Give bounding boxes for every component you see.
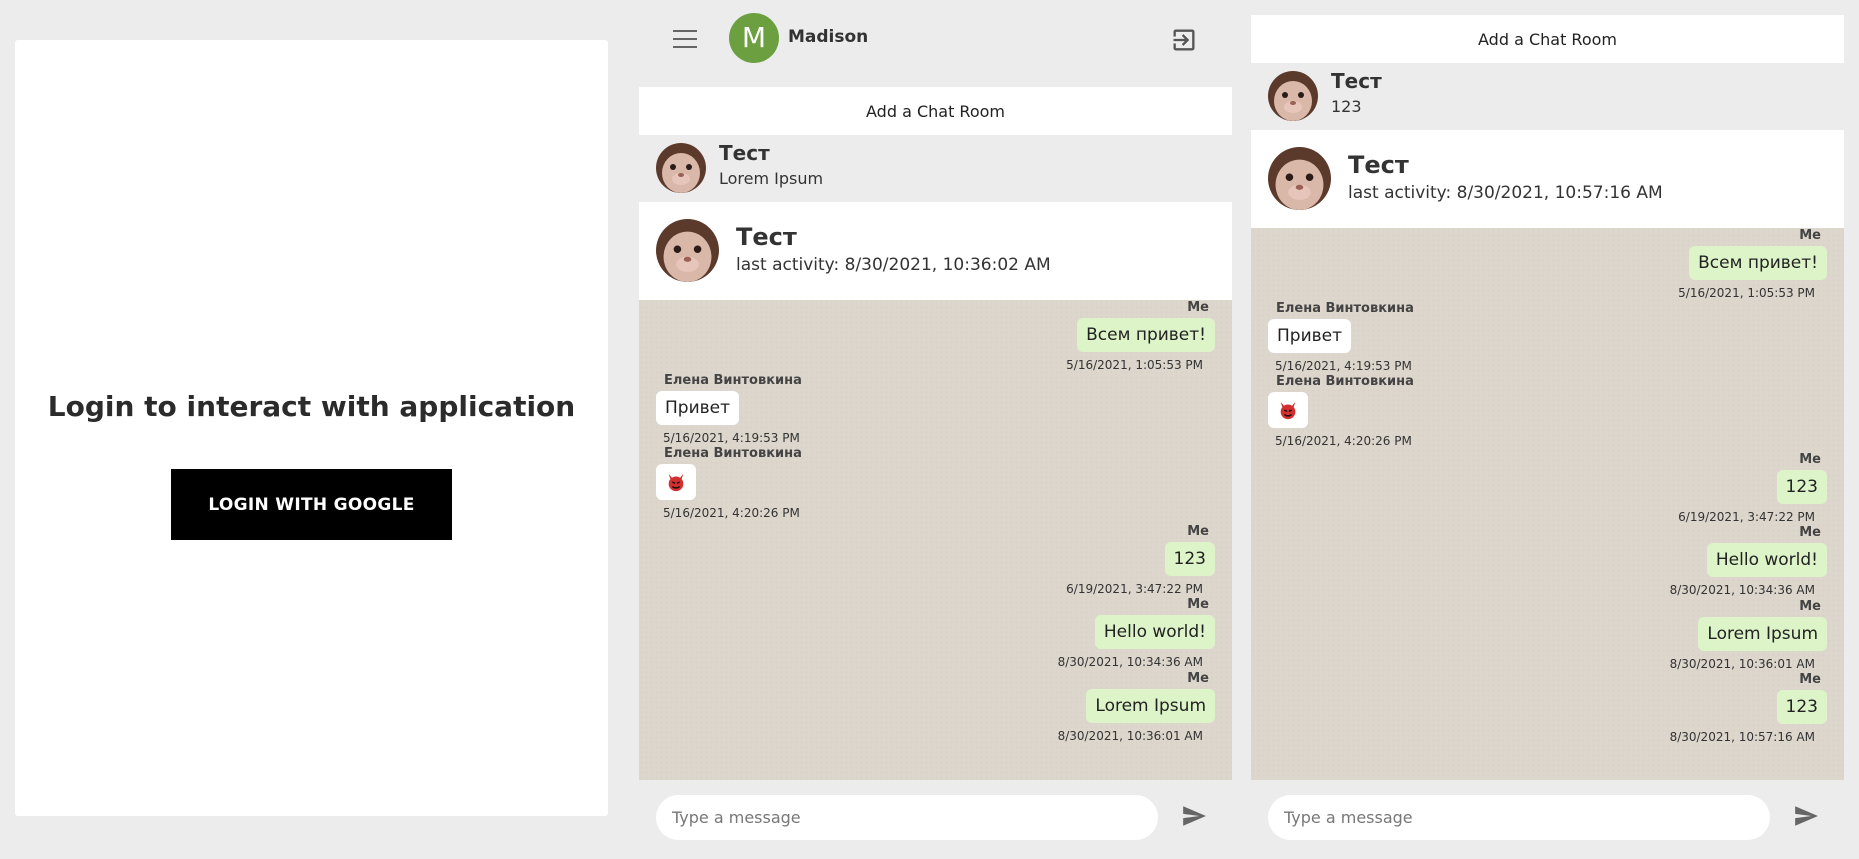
message-author: Me [1187,300,1209,315]
message-bubble: 123 [1776,470,1827,504]
message-item: Me 123 6/19/2021, 3:47:22 PM [1066,524,1215,596]
message-item: Me 123 6/19/2021, 3:47:22 PM [1678,452,1827,524]
add-chat-room-button[interactable]: Add a Chat Room [639,87,1232,135]
message-author: Me [1187,671,1209,686]
room-last-message: 123 [1331,97,1362,116]
message-bubble: 123 [1164,542,1215,576]
message-bubble: Lorem Ipsum [1698,617,1827,651]
message-bubble: Lorem Ipsum [1086,689,1215,723]
message-item: Me Всем привет! 5/16/2021, 1:05:53 PM [1678,228,1827,300]
message-time: 8/30/2021, 10:34:36 AM [1669,583,1815,597]
message-bubble: 123 [1776,690,1827,724]
message-author: Me [1799,525,1821,540]
message-author: Me [1799,599,1821,614]
message-item: Me Lorem Ipsum 8/30/2021, 10:36:01 AM [1058,671,1215,743]
devil-emoji-icon [665,471,687,493]
message-author: Me [1187,597,1209,612]
room-name: Тест [1331,69,1382,93]
message-author: Елена Винтовкина [1276,301,1414,316]
message-bubble: Привет [656,391,740,425]
message-input[interactable] [656,795,1158,840]
login-title: Login to interact with application [47,390,576,423]
add-chat-room-button[interactable]: Add a Chat Room [1251,15,1844,63]
message-time: 5/16/2021, 1:05:53 PM [1066,358,1203,372]
message-author: Елена Винтовкина [1276,374,1414,389]
message-author: Me [1187,524,1209,539]
message-item: Me Lorem Ipsum 8/30/2021, 10:36:01 AM [1670,599,1827,671]
message-bubble: Hello world! [1706,543,1827,577]
room-avatar [1268,71,1318,121]
message-composer [1251,780,1844,859]
message-author: Me [1799,452,1821,467]
room-avatar [656,143,706,193]
active-chat-header: Тест last activity: 8/30/2021, 10:36:02 … [639,202,1232,300]
message-list: Me Всем привет! 5/16/2021, 1:05:53 PM Ел… [639,300,1232,780]
room-last-message: Lorem Ipsum [719,169,824,188]
active-chat-header: Тест last activity: 8/30/2021, 10:57:16 … [1251,130,1844,228]
message-item: Елена Винтовкина 5/16/2021, 4:20:26 PM [1268,374,1414,448]
send-icon[interactable] [1181,803,1207,829]
message-time: 5/16/2021, 4:19:53 PM [1275,359,1412,373]
room-avatar [656,219,719,282]
message-time: 5/16/2021, 4:20:26 PM [1275,434,1412,448]
login-with-google-button[interactable]: LOGIN WITH GOOGLE [171,469,452,540]
message-time: 8/30/2021, 10:34:36 AM [1057,655,1203,669]
message-item: Елена Винтовкина 5/16/2021, 4:20:26 PM [656,446,802,520]
message-time: 8/30/2021, 10:36:01 AM [1057,729,1203,743]
message-author: Me [1799,228,1821,243]
chat-panel-secondary: Add a Chat Room Тест 123 Тест last activ… [1251,0,1844,859]
last-activity: last activity: 8/30/2021, 10:36:02 AM [736,255,1051,275]
message-bubble: Привет [1268,319,1352,353]
message-item: Me Hello world! 8/30/2021, 10:34:36 AM [1058,597,1215,669]
room-avatar [1268,147,1331,210]
message-author: Елена Винтовкина [664,446,802,461]
message-item: Me Hello world! 8/30/2021, 10:34:36 AM [1670,525,1827,597]
active-room-name: Тест [1348,151,1409,179]
message-item: Me 123 8/30/2021, 10:57:16 AM [1670,672,1827,744]
message-composer [639,780,1232,859]
chat-room-item[interactable]: Тест 123 [1251,63,1844,130]
message-list: Me Всем привет! 5/16/2021, 1:05:53 PM Ел… [1251,228,1844,780]
message-time: 8/30/2021, 10:57:16 AM [1669,730,1815,744]
message-item: Елена Винтовкина Привет 5/16/2021, 4:19:… [656,373,802,445]
message-item: Me Всем привет! 5/16/2021, 1:05:53 PM [1066,300,1215,372]
message-time: 8/30/2021, 10:36:01 AM [1669,657,1815,671]
login-card: Login to interact with application LOGIN… [15,40,608,816]
devil-emoji-icon [1277,399,1299,421]
hamburger-icon[interactable] [673,30,697,48]
message-bubble: Hello world! [1094,615,1215,649]
message-time: 5/16/2021, 4:19:53 PM [663,431,800,445]
message-bubble [656,464,696,500]
chat-room-item[interactable]: Тест Lorem Ipsum [639,135,1232,202]
message-time: 5/16/2021, 1:05:53 PM [1678,286,1815,300]
message-author: Елена Винтовкина [664,373,802,388]
avatar[interactable]: M [729,13,779,63]
chat-panel-main: M Madison Add a Chat Room Тест Lorem Ips… [639,0,1232,859]
message-author: Me [1799,672,1821,687]
send-icon[interactable] [1793,803,1819,829]
last-activity: last activity: 8/30/2021, 10:57:16 AM [1348,183,1663,203]
message-bubble [1268,392,1308,428]
message-input[interactable] [1268,795,1770,840]
message-time: 5/16/2021, 4:20:26 PM [663,506,800,520]
message-bubble: Всем привет! [1689,246,1827,280]
message-time: 6/19/2021, 3:47:22 PM [1066,582,1203,596]
message-bubble: Всем привет! [1077,318,1215,352]
message-time: 6/19/2021, 3:47:22 PM [1678,510,1815,524]
user-name: Madison [788,27,869,47]
app-header: M Madison [639,0,1232,87]
active-room-name: Тест [736,223,797,251]
logout-icon[interactable] [1170,26,1198,54]
message-item: Елена Винтовкина Привет 5/16/2021, 4:19:… [1268,301,1414,373]
room-name: Тест [719,141,770,165]
